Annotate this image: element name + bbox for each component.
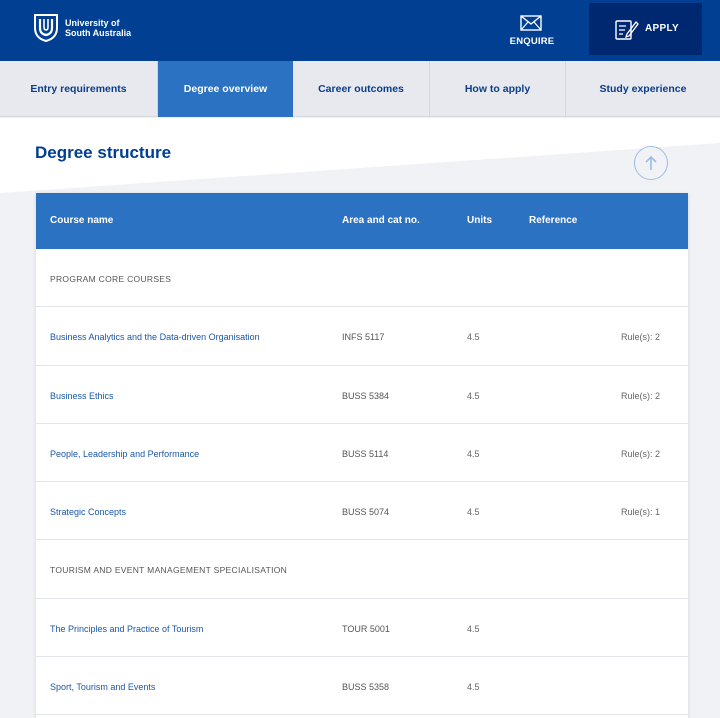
table-row[interactable]: The Principles and Practice of Tourism T… — [36, 599, 688, 658]
section-row: PROGRAM CORE COURSES — [36, 249, 688, 308]
course-reference: Rule(s): 2 — [620, 390, 660, 401]
section-label: PROGRAM CORE COURSES — [50, 274, 172, 284]
envelope-icon — [520, 15, 542, 31]
header-units: Units — [467, 215, 492, 226]
arrow-up-icon — [645, 155, 657, 170]
course-code: INFS 5117 — [342, 332, 385, 343]
course-name-link[interactable]: Business Analytics and the Data-driven O… — [50, 332, 260, 342]
document-pen-icon — [615, 20, 639, 40]
table-header: Course name Area and cat no. Units Refer… — [36, 193, 688, 249]
course-code: BUSS 5074 — [342, 507, 390, 518]
degree-structure-table: Course name Area and cat no. Units Refer… — [36, 193, 688, 718]
logo-line-1: University of — [65, 18, 120, 28]
logo-text: University of South Australia — [65, 18, 131, 38]
course-units: 4.5 — [467, 682, 480, 693]
tab-how-to-apply[interactable]: How to apply — [430, 61, 566, 117]
course-code: BUSS 5358 — [342, 682, 390, 693]
course-units: 4.5 — [467, 507, 480, 518]
program-tabs: Entry requirements Degree overview Caree… — [0, 61, 720, 117]
site-header: University of South Australia ENQUIRE AP… — [0, 0, 720, 61]
course-code: BUSS 5384 — [342, 390, 390, 401]
apply-label: APPLY — [645, 23, 679, 34]
course-reference: Rule(s): 2 — [620, 332, 660, 343]
enquire-label: ENQUIRE — [509, 36, 555, 47]
header-area-cat-no: Area and cat no. — [342, 215, 420, 226]
course-reference: Rule(s): 1 — [620, 507, 660, 518]
university-logo[interactable]: University of South Australia — [34, 14, 131, 42]
table-row[interactable]: Business Ethics BUSS 5384 4.5 Rule(s): 2 — [36, 366, 688, 424]
scroll-to-top-button[interactable] — [634, 146, 668, 180]
page-title: Degree structure — [35, 143, 172, 162]
course-name-link[interactable]: People, Leadership and Performance — [50, 449, 199, 459]
header-reference: Reference — [529, 215, 578, 226]
course-units: 4.5 — [467, 623, 480, 634]
table-row[interactable]: Sport, Tourism and Events BUSS 5358 4.5 — [36, 657, 688, 716]
course-name-link[interactable]: Business Ethics — [50, 391, 114, 401]
course-name-link[interactable]: The Principles and Practice of Tourism — [50, 624, 203, 634]
section-label: TOURISM AND EVENT MANAGEMENT SPECIALISAT… — [50, 565, 288, 576]
tab-entry-requirements[interactable]: Entry requirements — [0, 61, 158, 117]
course-name-link[interactable]: Sport, Tourism and Events — [50, 682, 155, 692]
table-row[interactable]: People, Leadership and Performance BUSS … — [36, 424, 688, 483]
tab-career-outcomes[interactable]: Career outcomes — [293, 61, 430, 117]
tab-study-experience[interactable]: Study experience — [566, 61, 720, 117]
course-reference: Rule(s): 2 — [620, 448, 660, 459]
course-units: 4.5 — [467, 332, 480, 343]
course-code: BUSS 5114 — [342, 448, 389, 459]
logo-shield-icon — [34, 14, 58, 42]
section-row: TOURISM AND EVENT MANAGEMENT SPECIALISAT… — [36, 540, 688, 599]
course-units: 4.5 — [467, 390, 480, 401]
course-name-link[interactable]: Strategic Concepts — [50, 507, 126, 517]
logo-line-2: South Australia — [65, 28, 132, 38]
enquire-button[interactable]: ENQUIRE — [505, 0, 559, 61]
table-row[interactable]: Strategic Concepts BUSS 5074 4.5 Rule(s)… — [36, 482, 688, 541]
table-row[interactable]: Business Analytics and the Data-driven O… — [36, 307, 688, 366]
course-units: 4.5 — [467, 448, 480, 459]
tab-degree-overview[interactable]: Degree overview — [158, 61, 293, 117]
apply-button[interactable]: APPLY — [589, 3, 702, 55]
header-course-name: Course name — [50, 215, 114, 226]
course-code: TOUR 5001 — [342, 623, 390, 634]
